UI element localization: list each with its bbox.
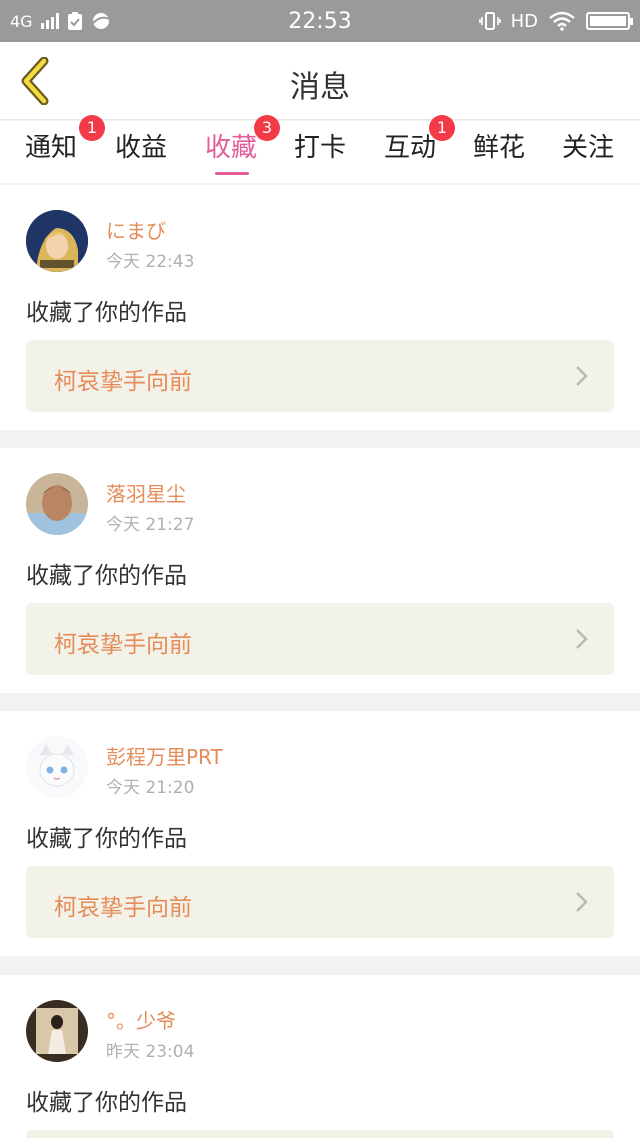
chevron-right-icon: [576, 629, 588, 649]
tab-label: 收益: [114, 133, 167, 163]
avatar[interactable]: [26, 473, 88, 535]
unread-badge: 1: [429, 115, 455, 141]
unread-badge: 3: [254, 115, 280, 141]
avatar[interactable]: [26, 1000, 88, 1062]
status-right: HD: [478, 10, 633, 32]
username[interactable]: 落羽星尘: [106, 478, 186, 507]
tab-favorites[interactable]: 收藏 3: [191, 115, 280, 183]
wifi-icon: [549, 11, 575, 31]
tab-flowers[interactable]: 鲜花: [459, 121, 539, 183]
tab-interaction[interactable]: 互动 1: [370, 115, 455, 183]
tab-earnings[interactable]: 收益: [101, 121, 181, 183]
hd-label: HD: [510, 10, 538, 32]
message-card: にまび 今天 22:43 收藏了你的作品 柯哀挚手向前: [0, 185, 640, 430]
tab-label: 通知: [24, 133, 77, 163]
status-bar: 4G 22:53 HD: [0, 0, 640, 42]
action-text: 收藏了你的作品: [26, 563, 187, 589]
tab-checkin[interactable]: 打卡: [280, 121, 360, 183]
action-text: 收藏了你的作品: [26, 826, 187, 852]
tab-label: 打卡: [293, 133, 346, 163]
avatar[interactable]: [26, 210, 88, 272]
username[interactable]: にまび: [106, 215, 166, 244]
work-link[interactable]: 柯哀挚手向前: [26, 340, 614, 412]
action-text: 收藏了你的作品: [26, 300, 187, 326]
tab-label: 收藏: [204, 133, 257, 163]
tab-label: 鲜花: [472, 133, 525, 163]
work-link[interactable]: [26, 1130, 614, 1138]
username[interactable]: °。少爷: [106, 1005, 176, 1034]
tab-label: 互动: [383, 133, 436, 163]
work-title: 柯哀挚手向前: [54, 895, 192, 921]
avatar[interactable]: [26, 736, 88, 798]
chevron-right-icon: [576, 366, 588, 386]
timestamp: 今天 21:20: [106, 778, 195, 798]
work-link[interactable]: 柯哀挚手向前: [26, 603, 614, 675]
message-card: 落羽星尘 今天 21:27 收藏了你的作品 柯哀挚手向前: [0, 448, 640, 693]
page-title: 消息: [290, 70, 350, 105]
tab-bar: 通知 1 收益 收藏 3 打卡 互动 1 鲜花 关注: [0, 115, 640, 183]
username[interactable]: 彭程万里PRT: [106, 741, 223, 770]
message-card: °。少爷 昨天 23:04 收藏了你的作品: [0, 975, 640, 1138]
timestamp: 今天 22:43: [106, 252, 195, 272]
work-link[interactable]: 柯哀挚手向前: [26, 866, 614, 938]
tab-follows[interactable]: 关注: [548, 121, 628, 183]
tab-label: 关注: [561, 133, 614, 163]
timestamp: 今天 21:27: [106, 515, 195, 535]
nav-bar: 消息: [0, 42, 640, 120]
active-tab-indicator: [215, 172, 249, 175]
action-text: 收藏了你的作品: [26, 1090, 187, 1116]
vibrate-icon: [478, 12, 501, 30]
chevron-right-icon: [576, 892, 588, 912]
battery-icon: [586, 12, 633, 30]
tab-notifications[interactable]: 通知 1: [11, 115, 105, 183]
message-card: 彭程万里PRT 今天 21:20 收藏了你的作品 柯哀挚手向前: [0, 711, 640, 956]
work-title: 柯哀挚手向前: [54, 369, 192, 395]
work-title: 柯哀挚手向前: [54, 632, 192, 658]
timestamp: 昨天 23:04: [106, 1042, 195, 1062]
